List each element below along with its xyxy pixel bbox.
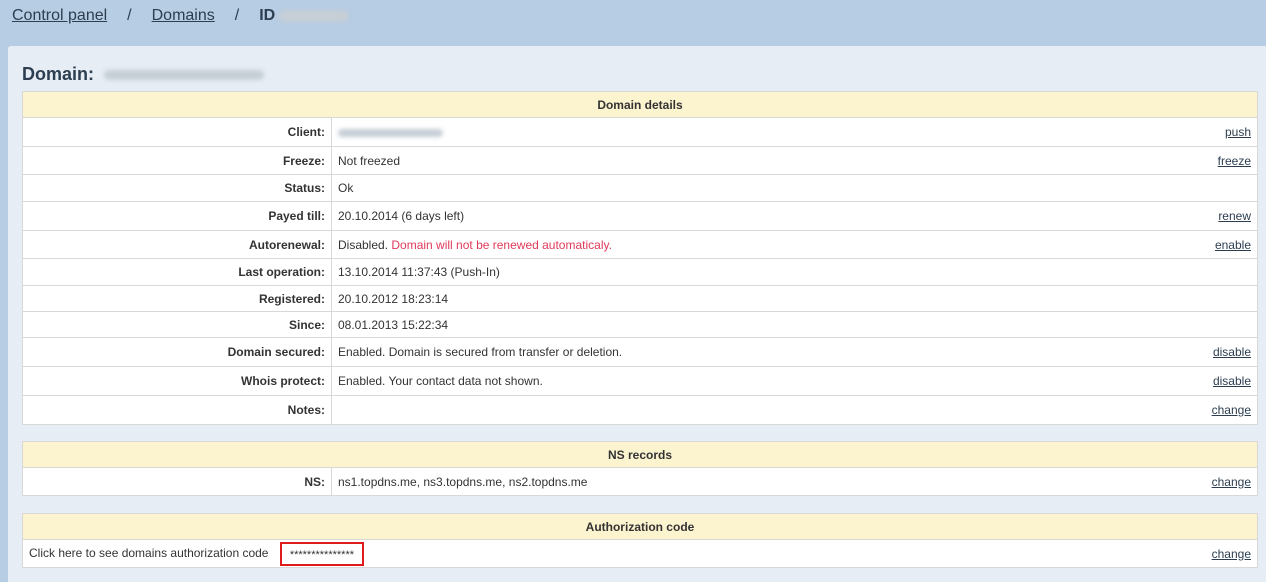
row-label: Since: (22, 311, 332, 338)
status-value: Ok (330, 174, 1120, 202)
ns-value: ns1.topdns.me, ns3.topdns.me, ns2.topdns… (331, 467, 1105, 496)
table-row: Payed till: 20.10.2014 (6 days left) ren… (22, 201, 1258, 231)
page-title: Domain: (22, 64, 264, 85)
domain-secured-value: Enabled. Domain is secured from transfer… (330, 337, 1120, 367)
row-label: Notes: (22, 395, 332, 425)
ns-records-table: NS records NS: ns1.topdns.me, ns3.topdns… (22, 441, 1259, 496)
change-notes-link[interactable]: change (1212, 403, 1251, 417)
freeze-link[interactable]: freeze (1218, 154, 1251, 168)
row-label: Registered: (22, 285, 332, 312)
push-link[interactable]: push (1225, 125, 1251, 139)
show-auth-code-button[interactable]: *************** (279, 541, 365, 566)
row-label: Status: (22, 174, 332, 202)
whois-protect-value: Enabled. Your contact data not shown. (330, 366, 1120, 396)
auth-code-cell: Click here to see domains authorization … (22, 539, 1098, 568)
empty-action (1119, 285, 1258, 312)
enable-autorenewal-link[interactable]: enable (1215, 238, 1251, 252)
disable-secured-link[interactable]: disable (1213, 345, 1251, 359)
table-row: Since: 08.01.2013 15:22:34 (22, 311, 1258, 338)
redacted-client (338, 128, 443, 137)
auth-code-header: Authorization code (22, 513, 1258, 540)
payed-till-value: 20.10.2014 (6 days left) (330, 201, 1120, 231)
table-row: Freeze: Not freezed freeze (22, 146, 1258, 175)
table-row: Whois protect: Enabled. Your contact dat… (22, 366, 1258, 396)
breadcrumb-separator: / (234, 7, 240, 24)
breadcrumb-current: ID (259, 7, 350, 25)
change-auth-code-link[interactable]: change (1212, 547, 1251, 561)
disable-whois-link[interactable]: disable (1213, 374, 1251, 388)
empty-action (1119, 174, 1258, 202)
row-label: Whois protect: (22, 366, 332, 396)
main-panel: Domain: Domain details Client: push Free… (8, 46, 1266, 582)
table-row: Status: Ok (22, 174, 1258, 202)
row-label: Domain secured: (22, 337, 332, 367)
autorenewal-status: Disabled. (338, 237, 389, 252)
table-row: Last operation: 13.10.2014 11:37:43 (Pus… (22, 258, 1258, 286)
page-title-label: Domain: (22, 64, 94, 84)
change-ns-link[interactable]: change (1212, 475, 1251, 489)
redacted-id (279, 9, 350, 22)
domain-details-header: Domain details (22, 91, 1258, 118)
row-label: Payed till: (22, 201, 332, 231)
autorenewal-warning: Domain will not be renewed automaticaly. (391, 237, 612, 252)
empty-action (1119, 311, 1258, 338)
table-row: Click here to see domains authorization … (22, 539, 1259, 568)
registered-value: 20.10.2012 18:23:14 (330, 285, 1120, 312)
row-label: Autorenewal: (22, 230, 332, 259)
ns-records-header: NS records (22, 441, 1258, 468)
empty-action (1119, 258, 1258, 286)
auth-code-table: Authorization code Click here to see dom… (22, 513, 1259, 568)
table-row: Client: push (22, 117, 1258, 147)
since-value: 08.01.2013 15:22:34 (330, 311, 1120, 338)
breadcrumb-separator: / (127, 7, 132, 24)
renew-link[interactable]: renew (1218, 209, 1251, 223)
breadcrumb-control-panel-link[interactable]: Control panel (12, 7, 107, 25)
last-operation-value: 13.10.2014 11:37:43 (Push-In) (330, 258, 1120, 286)
auth-code-hint: Click here to see domains authorization … (29, 545, 269, 560)
row-label: Freeze: (22, 146, 332, 175)
table-row: Notes: change (22, 395, 1258, 425)
row-label: Last operation: (22, 258, 332, 286)
freeze-value: Not freezed (330, 146, 1120, 175)
redacted-domain-name (104, 69, 264, 80)
table-row: Registered: 20.10.2012 18:23:14 (22, 285, 1258, 312)
autorenewal-value: Disabled. Domain will not be renewed aut… (330, 230, 1120, 259)
domain-details-table: Domain details Client: push Freeze: Not … (22, 91, 1258, 425)
table-row: Domain secured: Enabled. Domain is secur… (22, 337, 1258, 367)
breadcrumb: Control panel / Domains / ID (12, 6, 350, 26)
table-row: Autorenewal: Disabled. Domain will not b… (22, 230, 1258, 259)
row-label: NS: (22, 467, 332, 496)
notes-value (330, 395, 1120, 425)
client-value (330, 117, 1120, 147)
row-label: Client: (22, 117, 332, 147)
breadcrumb-domains-link[interactable]: Domains (152, 7, 215, 25)
table-row: NS: ns1.topdns.me, ns3.topdns.me, ns2.to… (22, 467, 1259, 496)
